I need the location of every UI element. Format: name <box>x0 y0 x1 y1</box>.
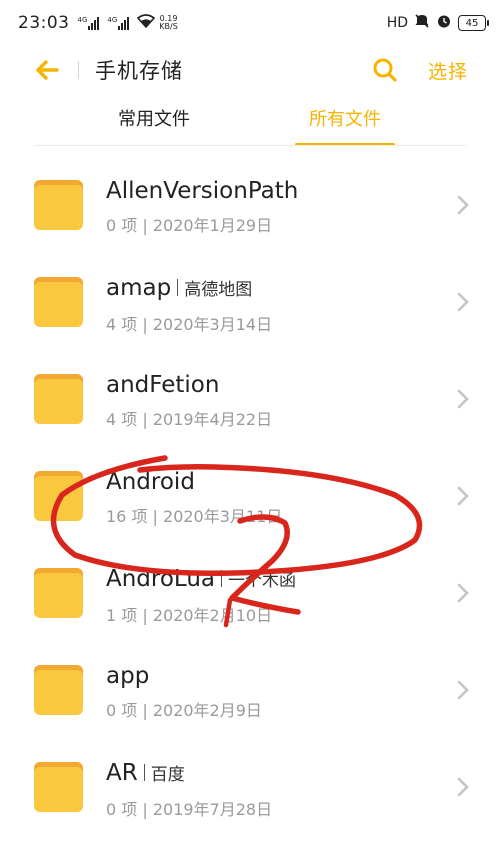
folder-name: app <box>106 663 150 689</box>
hd-indicator: HD <box>386 15 408 31</box>
list-item[interactable]: app 0 项 | 2020年2月9日 <box>0 641 500 738</box>
alias-separator <box>177 279 179 296</box>
header-divider <box>78 61 79 79</box>
list-item[interactable]: AllenVersionPath 0 项 | 2020年1月29日 <box>0 156 500 253</box>
chevron-right-icon <box>457 583 469 603</box>
wifi-icon <box>137 14 156 32</box>
select-button[interactable]: 选择 <box>428 57 468 84</box>
folder-icon <box>34 373 83 424</box>
folder-name: AndroLua <box>106 566 216 592</box>
arrow-left-icon <box>36 60 59 80</box>
folder-name: Android <box>106 469 195 495</box>
folder-name: andFetion <box>106 372 220 398</box>
tabs-divider <box>34 145 466 146</box>
battery-icon: 45 <box>458 15 489 31</box>
tab-all-files[interactable]: 所有文件 <box>280 98 410 146</box>
folder-meta: 4 项 | 2020年3月14日 <box>106 315 273 334</box>
folder-meta: 0 项 | 2020年2月9日 <box>106 701 262 720</box>
search-icon <box>373 58 397 82</box>
folder-name: amap <box>106 275 172 301</box>
folder-icon <box>34 664 83 715</box>
folder-meta: 0 项 | 2020年1月29日 <box>106 216 273 235</box>
chevron-right-icon <box>457 680 469 700</box>
status-bar: 23:03 4G 4G 0.19 KB/S HD 45 <box>0 0 500 46</box>
folder-icon <box>34 179 83 230</box>
back-button[interactable] <box>22 46 72 94</box>
alias-separator <box>221 570 223 587</box>
alarm-icon <box>436 13 452 33</box>
cellular-signal-icon: 4G <box>107 16 130 30</box>
list-item[interactable]: AndroLua 一个木函 1 项 | 2020年2月10日 <box>0 544 500 641</box>
folder-meta: 0 项 | 2019年7月28日 <box>106 800 273 819</box>
folder-icon <box>34 276 83 327</box>
folder-alias: 一个木函 <box>228 571 297 591</box>
network-speed: 0.19 KB/S <box>159 14 178 31</box>
app-header: 手机存储 选择 <box>0 46 500 94</box>
chevron-right-icon <box>457 486 469 506</box>
vibrate-mute-icon <box>414 13 430 33</box>
status-time: 23:03 <box>18 13 70 33</box>
chevron-right-icon <box>457 389 469 409</box>
search-button[interactable] <box>370 55 400 85</box>
list-item[interactable]: amap 高德地图 4 项 | 2020年3月14日 <box>0 253 500 350</box>
list-item[interactable]: andFetion 4 项 | 2019年4月22日 <box>0 350 500 447</box>
folder-icon <box>34 761 83 812</box>
alias-separator <box>143 764 145 781</box>
folder-list: AllenVersionPath 0 项 | 2020年1月29日 amap 高德… <box>0 156 500 835</box>
folder-name: AR <box>106 760 138 786</box>
folder-name: AllenVersionPath <box>106 178 299 204</box>
folder-meta: 4 项 | 2019年4月22日 <box>106 410 273 429</box>
folder-alias: 高德地图 <box>184 280 253 300</box>
folder-icon <box>34 567 83 618</box>
list-item[interactable]: AR 百度 0 项 | 2019年7月28日 <box>0 738 500 835</box>
chevron-right-icon <box>457 195 469 215</box>
chevron-right-icon <box>457 292 469 312</box>
folder-alias: 百度 <box>150 765 185 785</box>
cellular-signal-icon: 4G <box>78 16 100 30</box>
tab-common-files[interactable]: 常用文件 <box>94 98 214 146</box>
chevron-right-icon <box>457 777 469 797</box>
folder-meta: 16 项 | 2020年3月11日 <box>106 507 283 526</box>
tab-bar: 常用文件 所有文件 <box>0 98 500 146</box>
folder-meta: 1 项 | 2020年2月10日 <box>106 606 273 625</box>
list-item[interactable]: Android 16 项 | 2020年3月11日 <box>0 447 500 544</box>
page-title: 手机存储 <box>95 59 183 83</box>
folder-icon <box>34 470 83 521</box>
